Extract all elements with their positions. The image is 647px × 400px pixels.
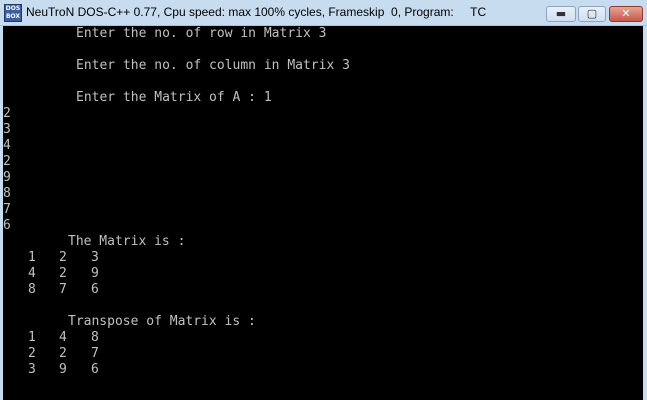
console-output[interactable]: Enter the no. of row in Matrix 3 Enter t… [3,26,643,400]
transpose-cell: 1 [28,330,36,345]
minimize-button[interactable]: ▬ [546,6,576,22]
window-title: NeuTroN DOS-C++ 0.77, Cpu speed: max 100… [26,5,487,19]
transpose-cell: 4 [59,330,67,345]
prompt-columns: Enter the no. of column in Matrix 3 [76,58,350,73]
maximize-button[interactable]: ▢ [578,6,606,22]
input-value: 6 [3,218,11,233]
transpose-cell: 2 [59,346,67,361]
input-value: 2 [3,106,11,121]
matrix-title: The Matrix is : [68,234,186,249]
matrix-cell: 4 [28,266,36,281]
close-button[interactable]: ✕ [609,6,643,22]
input-value: 9 [3,170,11,185]
transpose-title: Transpose of Matrix is : [68,314,256,329]
title-bar[interactable]: DOS BOX NeuTroN DOS-C++ 0.77, Cpu speed:… [0,0,647,26]
transpose-cell: 8 [91,330,99,345]
input-value: 4 [3,138,11,153]
matrix-cell: 8 [28,282,36,297]
matrix-cell: 9 [91,266,99,281]
matrix-cell: 2 [59,266,67,281]
input-value: 7 [3,202,11,217]
input-value: 8 [3,186,11,201]
matrix-cell: 1 [28,250,36,265]
input-value: 2 [3,154,11,169]
transpose-cell: 9 [59,362,67,377]
input-value: 3 [3,122,11,137]
matrix-cell: 3 [91,250,99,265]
window-border-right [643,26,647,400]
matrix-cell: 2 [59,250,67,265]
transpose-cell: 7 [91,346,99,361]
transpose-cell: 3 [28,362,36,377]
dosbox-icon: DOS BOX [4,4,22,22]
transpose-cell: 2 [28,346,36,361]
transpose-cell: 6 [91,362,99,377]
prompt-rows: Enter the no. of row in Matrix 3 [76,26,327,41]
matrix-cell: 6 [91,282,99,297]
prompt-matrix: Enter the Matrix of A : 1 [76,90,272,105]
matrix-cell: 7 [59,282,67,297]
